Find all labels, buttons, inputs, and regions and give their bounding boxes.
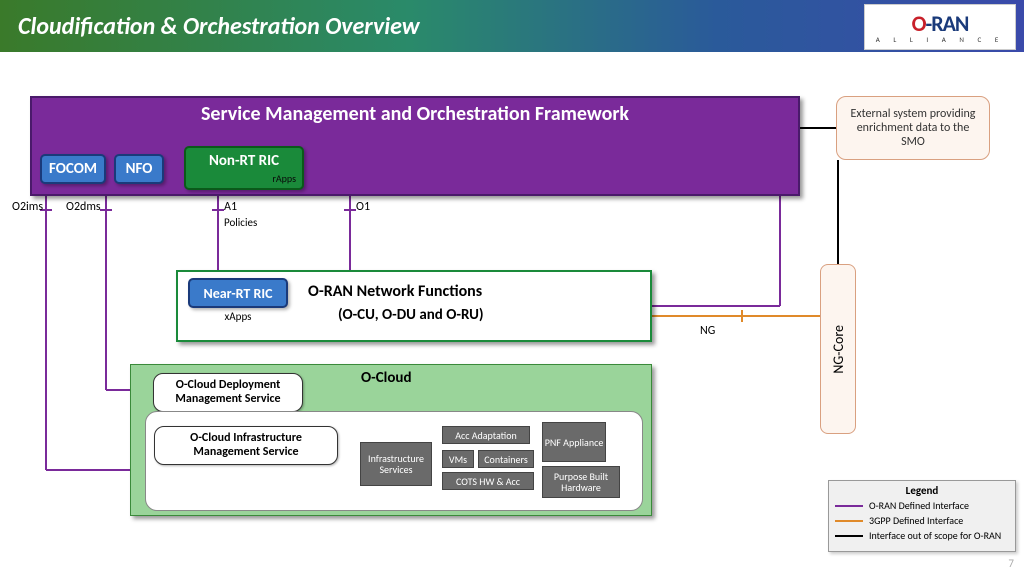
external-system-box: External system providing enrichment dat…: [836, 96, 990, 160]
page-number: 7: [1008, 557, 1014, 570]
acc-adaptation-box: Acc Adaptation: [442, 426, 530, 444]
xapps-label: xApps: [188, 310, 288, 323]
o1-label: O1: [356, 200, 370, 214]
ocloud-box: O-Cloud O-Cloud Deployment Management Se…: [130, 364, 652, 516]
cots-hw-box: COTS HW & Acc: [442, 472, 534, 490]
legend-3gpp-line: [835, 520, 863, 522]
containers-box: Containers: [478, 450, 534, 468]
o2dms-label: O2dms: [66, 200, 101, 214]
a1-policies-label: Policies: [224, 216, 257, 229]
non-rt-ric-label: Non-RT RIC: [209, 152, 279, 170]
nf-title: O-RAN Network Functions: [308, 282, 482, 301]
nf-subtitle: (O-CU, O-DU and O-RU): [338, 306, 484, 324]
o2ims-label: O2ims: [12, 200, 43, 214]
a1-label: A1: [224, 200, 237, 214]
focom-chip: FOCOM: [40, 154, 106, 184]
non-rt-ric-chip: Non-RT RIC rApps: [184, 146, 304, 190]
slide-title: Cloudification & Orchestration Overview: [18, 12, 420, 41]
legend-oran-line: [835, 505, 863, 507]
infra-services-box: Infrastructure Services: [360, 442, 432, 486]
ng-core-label: NG-Core: [830, 325, 847, 374]
near-rt-ric-chip: Near-RT RIC: [188, 278, 288, 308]
ocloud-title: O-Cloud: [361, 369, 412, 387]
legend-outofscope-text: Interface out of scope for O-RAN: [869, 529, 1001, 542]
legend-box: Legend O-RAN Defined Interface 3GPP Defi…: [828, 480, 1016, 552]
smo-framework-box: Service Management and Orchestration Fra…: [30, 96, 800, 196]
purpose-built-hw-box: Purpose Built Hardware: [542, 466, 620, 498]
smo-title: Service Management and Orchestration Fra…: [32, 98, 798, 126]
vms-box: VMs: [442, 450, 474, 468]
logo-ran: -RAN: [925, 10, 968, 37]
nfo-chip: NFO: [114, 154, 164, 184]
legend-oran-text: O-RAN Defined Interface: [869, 499, 969, 512]
legend-3gpp-text: 3GPP Defined Interface: [869, 514, 963, 527]
ng-core-box: NG-Core: [820, 264, 856, 434]
legend-outofscope-line: [835, 535, 863, 537]
pnf-appliance-box: PNF Appliance: [542, 422, 606, 462]
ng-label: NG: [700, 324, 715, 338]
ocloud-dms-label: O-Cloud Deployment Management Service: [153, 373, 303, 412]
logo-o: O: [912, 10, 926, 37]
oran-logo: O-RAN A L L I A N C E: [864, 4, 1016, 50]
logo-subtitle: A L L I A N C E: [876, 35, 1005, 44]
ocloud-inner: O-Cloud Infrastructure Management Servic…: [145, 411, 643, 511]
architecture-diagram: Service Management and Orchestration Fra…: [0, 80, 1024, 576]
ocloud-ims-label: O-Cloud Infrastructure Management Servic…: [154, 426, 338, 465]
legend-title: Legend: [835, 484, 1009, 497]
rapps-label: rApps: [272, 172, 302, 185]
network-functions-box: Near-RT RIC xApps O-RAN Network Function…: [176, 270, 652, 342]
